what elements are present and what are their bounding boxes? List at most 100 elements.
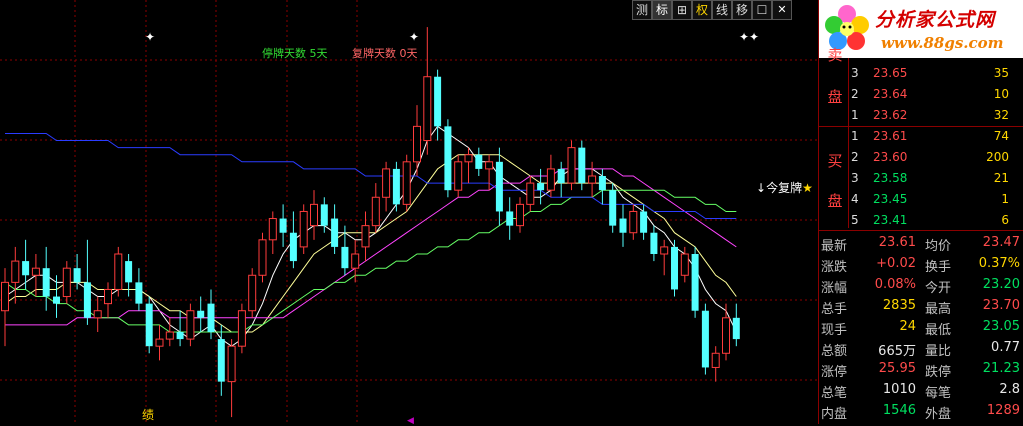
orderbook-price: 23.64 xyxy=(873,87,908,101)
candlestick xyxy=(660,239,669,276)
orderbook-level: 1 xyxy=(851,108,859,122)
stat-value: 23.05 xyxy=(982,319,1020,334)
draw-line-button[interactable]: 线 xyxy=(712,0,732,20)
candlestick xyxy=(197,296,205,332)
candle-body xyxy=(516,203,524,227)
close-button[interactable]: ✕ xyxy=(772,0,792,20)
candlestick xyxy=(135,268,143,311)
candlestick xyxy=(258,232,267,283)
candle-body xyxy=(31,267,40,276)
candle-body xyxy=(11,260,20,283)
orderbook-row[interactable]: 3 23.65 35 xyxy=(849,63,1021,84)
candle-body xyxy=(104,288,112,305)
stat-value: 23.61 xyxy=(878,235,916,250)
event-marker-star[interactable]: ✦ xyxy=(145,30,155,44)
candle-body xyxy=(320,204,328,226)
event-marker-star[interactable]: ✦ xyxy=(409,30,419,44)
candlestick xyxy=(310,190,318,240)
candle-body xyxy=(506,211,514,226)
orderbook-level: 2 xyxy=(851,87,859,101)
candle-body xyxy=(1,281,9,312)
orderbook-row[interactable]: 2 23.64 10 xyxy=(849,84,1021,105)
candle-body xyxy=(114,253,123,290)
candlestick xyxy=(588,161,597,198)
orderbook-level: 5 xyxy=(851,213,859,227)
candlestick xyxy=(711,346,720,382)
candle-body xyxy=(495,161,503,212)
candlestick xyxy=(526,176,535,212)
grid-toggle-button[interactable]: ⊞ xyxy=(672,0,692,20)
orderbook-level: 4 xyxy=(851,192,859,206)
candle-body xyxy=(454,161,463,191)
kline-chart-area[interactable]: 测标 ⊞ 权线移 ☐ ✕ 停牌天数 5天 复牌天数 0天 ✦ ✦ ✦✦ ↓今复牌★ 绩 … xyxy=(0,0,818,426)
candlestick xyxy=(546,154,555,198)
candle-body xyxy=(83,282,91,318)
candle-body xyxy=(22,261,30,276)
candlestick xyxy=(506,197,514,240)
candlestick xyxy=(62,261,71,304)
candle-body xyxy=(546,168,555,191)
candle-body xyxy=(660,246,669,255)
logo-brand-text: 分析家公式网 xyxy=(875,9,996,31)
candle-body xyxy=(299,210,308,248)
orderbook-row[interactable]: 5 23.41 6 xyxy=(849,210,1021,231)
stat-label: 量比 xyxy=(925,344,952,359)
stat-value: 0.37% xyxy=(978,256,1020,271)
candlestick xyxy=(248,268,257,318)
candle-body xyxy=(475,154,483,169)
candle-body xyxy=(53,296,60,304)
orderbook-price: 23.62 xyxy=(873,108,908,122)
candle-body xyxy=(537,183,545,191)
candle-body xyxy=(279,218,287,233)
candlestick xyxy=(22,239,30,290)
orderbook-price: 23.58 xyxy=(873,171,908,185)
candlestick xyxy=(331,204,339,254)
candle-body xyxy=(526,182,535,205)
stat-label: 涨停 xyxy=(821,365,848,380)
candle-body xyxy=(691,254,699,311)
kline-chart[interactable] xyxy=(0,0,818,424)
orderbook-volume: 32 xyxy=(993,108,1009,122)
measure-button[interactable]: 测 xyxy=(632,0,652,20)
orderbook-volume: 35 xyxy=(993,66,1009,80)
window-toggle-button[interactable]: ☐ xyxy=(752,0,772,20)
quote-stat-row: 涨幅 0.08% 今开 23.20 xyxy=(819,274,1023,296)
candlestick xyxy=(650,225,658,262)
stat-value: 23.20 xyxy=(982,277,1020,292)
orderbook-level: 3 xyxy=(851,171,859,185)
candle-body xyxy=(176,332,184,340)
candle-body xyxy=(125,261,133,283)
ma10-line xyxy=(4,154,737,333)
logo-url-text: www.88gs.com xyxy=(881,34,1004,52)
stat-label: 涨跌 xyxy=(821,260,848,275)
indicator-button[interactable]: 标 xyxy=(652,0,672,20)
quote-stat-row: 总手 2835 最高 23.70 xyxy=(819,295,1023,317)
performance-marker[interactable]: 绩 xyxy=(142,406,154,423)
quote-stat-row: 现手 24 最低 23.05 xyxy=(819,316,1023,338)
stat-label: 跌停 xyxy=(925,365,952,380)
candle-body xyxy=(237,310,246,347)
candlestick xyxy=(722,303,730,361)
candle-body xyxy=(619,218,627,233)
stat-value: 21.23 xyxy=(982,361,1020,376)
orderbook-row[interactable]: 4 23.45 1 xyxy=(849,189,1021,210)
buy-side-label-top: 买 xyxy=(827,152,843,170)
candle-body xyxy=(578,147,586,184)
orderbook-row[interactable]: 1 23.61 74 xyxy=(849,126,1021,147)
orderbook-vertical-divider xyxy=(848,58,849,228)
move-button[interactable]: 移 xyxy=(732,0,752,20)
event-marker-star[interactable]: ✦✦ xyxy=(739,30,759,44)
orderbook-row[interactable]: 3 23.58 21 xyxy=(849,168,1021,189)
orderbook-row[interactable]: 2 23.60 200 xyxy=(849,147,1021,168)
orderbook-level: 2 xyxy=(851,150,859,164)
stat-value: 0.77 xyxy=(991,340,1020,355)
stat-label: 每笔 xyxy=(925,386,952,401)
candle-body xyxy=(331,218,339,247)
candlestick xyxy=(31,254,40,297)
candle-body xyxy=(155,338,164,347)
adjust-rights-button[interactable]: 权 xyxy=(692,0,712,20)
orderbook-row[interactable]: 1 23.62 32 xyxy=(849,105,1021,126)
orderbook-volume: 10 xyxy=(993,87,1009,101)
candle-body xyxy=(207,303,215,332)
candlestick xyxy=(207,289,215,340)
